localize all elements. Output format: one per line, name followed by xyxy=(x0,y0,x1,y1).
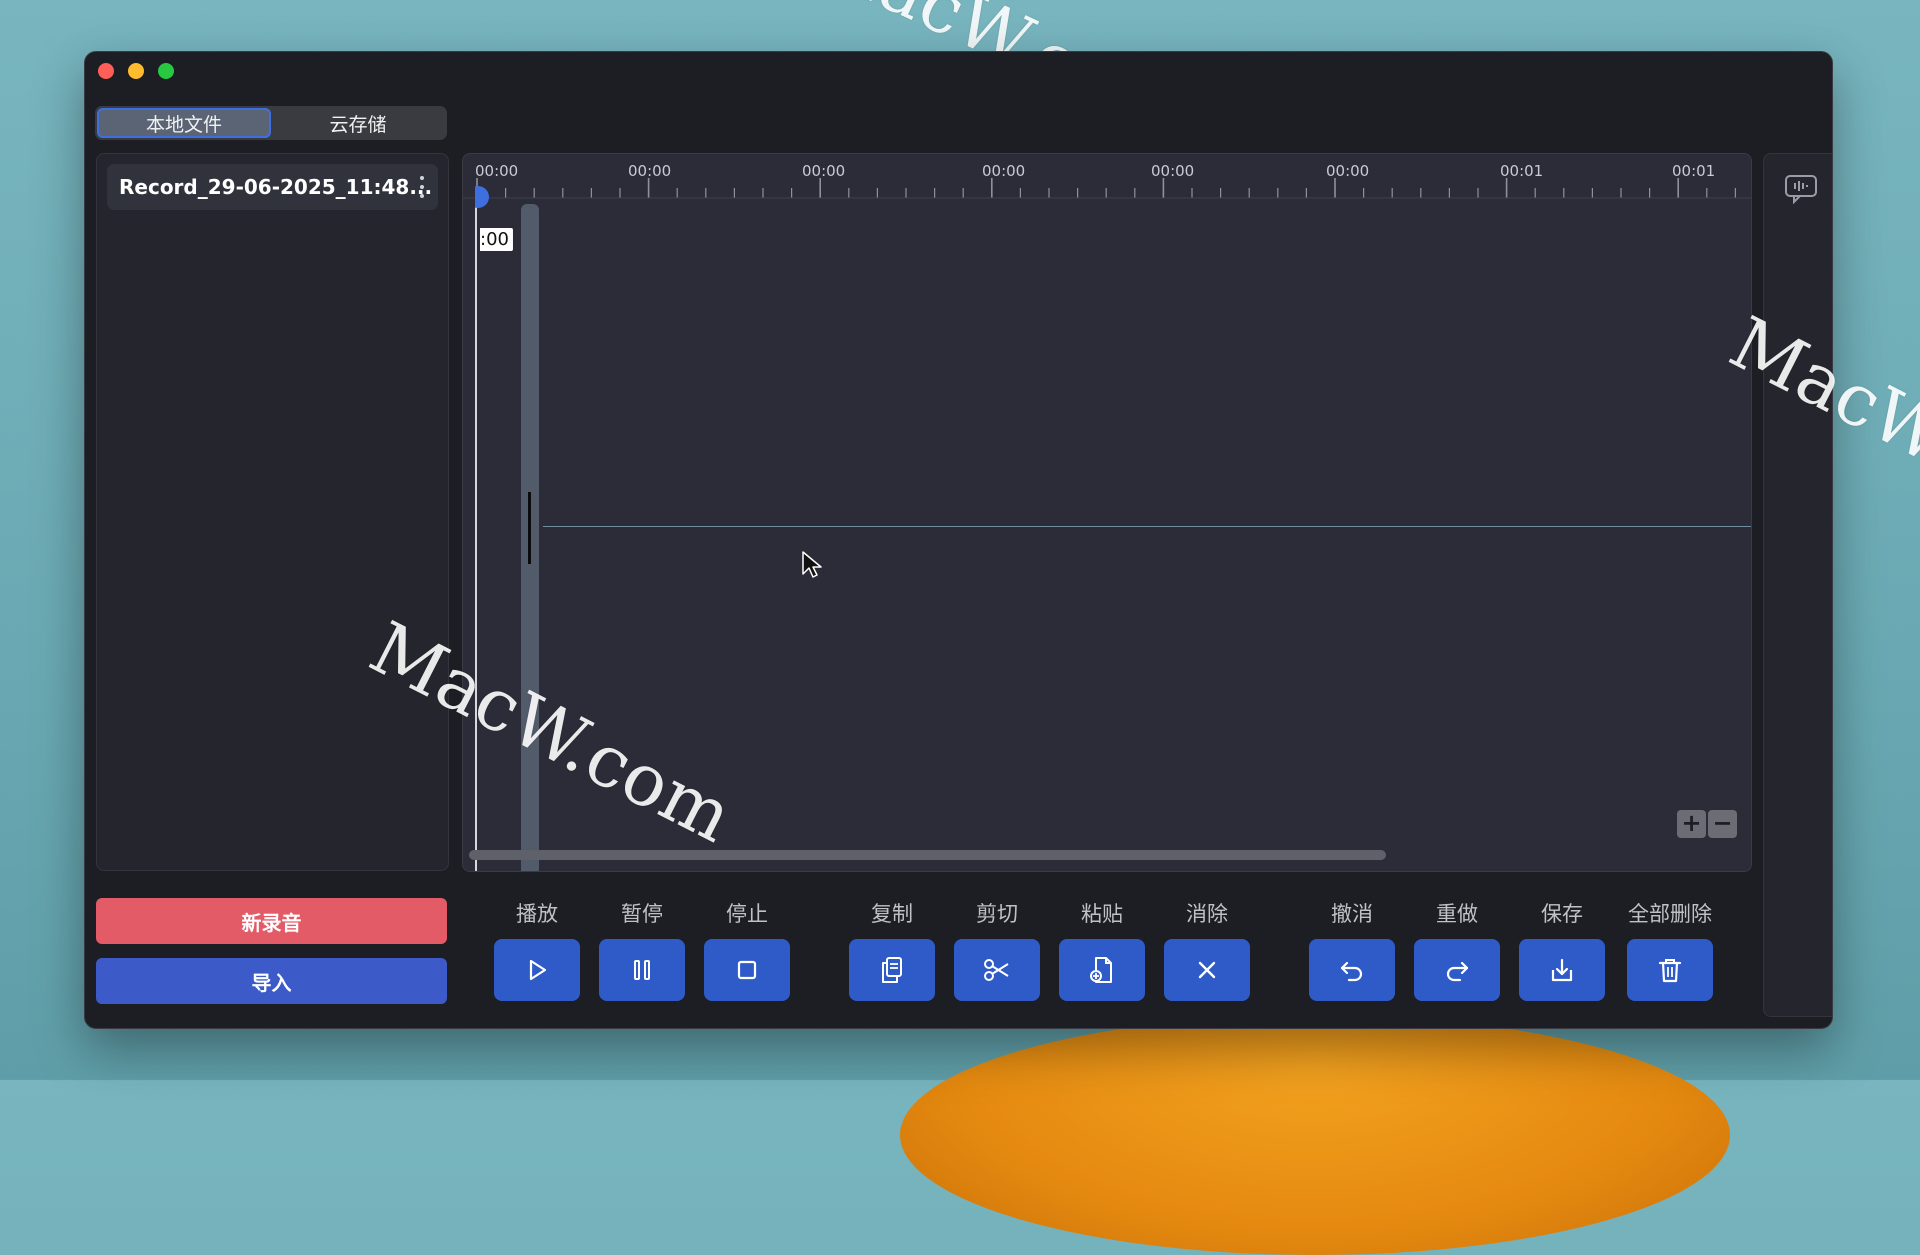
redo-button[interactable] xyxy=(1414,939,1500,1001)
paste-label: 粘贴 xyxy=(1081,902,1123,926)
cut-button[interactable] xyxy=(954,939,1040,1001)
horizontal-scrollbar[interactable] xyxy=(469,850,1386,860)
selection-marker xyxy=(528,492,531,564)
playhead-line[interactable] xyxy=(475,194,477,871)
file-list-panel: Record_29-06-2025_11:48... xyxy=(96,153,449,871)
storage-tabs: 本地文件 云存储 xyxy=(95,106,447,140)
pause-icon xyxy=(634,960,650,980)
file-name: Record_29-06-2025_11:48... xyxy=(119,175,433,199)
ruler-tick-label: 00:00 xyxy=(475,162,519,180)
undo-label: 撤消 xyxy=(1331,902,1373,926)
stop-label: 停止 xyxy=(726,902,768,926)
ruler-tick-label: 00:01 xyxy=(1672,162,1716,180)
redo-label: 重做 xyxy=(1436,902,1478,926)
playhead-time-label: :00 xyxy=(479,228,513,251)
window-maximize-button[interactable] xyxy=(158,63,174,79)
ruler-tick-label: 00:00 xyxy=(628,162,672,180)
file-list-item[interactable]: Record_29-06-2025_11:48... xyxy=(107,164,438,210)
save-button[interactable] xyxy=(1519,939,1605,1001)
save-label: 保存 xyxy=(1541,902,1583,926)
copy-label: 复制 xyxy=(871,902,913,926)
stop-icon xyxy=(737,960,757,980)
delete-all-label: 全部删除 xyxy=(1628,902,1712,926)
redo-icon xyxy=(1446,961,1469,982)
side-panel xyxy=(1763,153,1832,1017)
trash-icon xyxy=(1658,959,1682,983)
play-button[interactable] xyxy=(494,939,580,1001)
zoom-in-button[interactable]: + xyxy=(1677,810,1706,838)
tab-local-files[interactable]: 本地文件 xyxy=(97,108,271,138)
window-close-button[interactable] xyxy=(98,63,114,79)
zoom-controls: + − xyxy=(1677,810,1737,838)
app-window: 本地文件 云存储 Record_29-06-2025_11:48... 00:0… xyxy=(84,51,1833,1029)
ruler-tick-label: 00:00 xyxy=(802,162,846,180)
pause-label: 暂停 xyxy=(621,902,663,926)
ruler-tick-label: 00:00 xyxy=(1326,162,1370,180)
waveform-line xyxy=(543,526,1751,527)
ruler-tick-label: 00:01 xyxy=(1500,162,1544,180)
delete-all-button[interactable] xyxy=(1627,939,1713,1001)
mouse-cursor-icon xyxy=(802,551,822,578)
transcript-icon[interactable] xyxy=(1784,174,1818,204)
stop-button[interactable] xyxy=(704,939,790,1001)
clear-label: 消除 xyxy=(1186,902,1228,926)
ruler-tick-label: 00:00 xyxy=(982,162,1026,180)
zoom-out-button[interactable]: − xyxy=(1708,810,1737,838)
copy-button[interactable] xyxy=(849,939,935,1001)
cut-label: 剪切 xyxy=(976,902,1018,926)
paste-icon xyxy=(1090,957,1112,983)
clear-button[interactable] xyxy=(1164,939,1250,1001)
pause-button[interactable] xyxy=(599,939,685,1001)
copy-icon xyxy=(882,957,902,983)
close-icon xyxy=(1198,961,1216,979)
paste-button[interactable] xyxy=(1059,939,1145,1001)
play-icon xyxy=(529,959,547,981)
new-recording-button[interactable]: 新录音 xyxy=(96,898,447,944)
play-label: 播放 xyxy=(516,902,558,926)
undo-icon xyxy=(1340,961,1363,982)
window-minimize-button[interactable] xyxy=(128,63,144,79)
undo-button[interactable] xyxy=(1309,939,1395,1001)
background-orange xyxy=(900,1015,1730,1255)
waveform-editor[interactable]: 00:00 00:00 00:00 00:00 00:00 00:00 00:0… xyxy=(462,153,1752,872)
scissors-icon xyxy=(984,959,1009,981)
import-button[interactable]: 导入 xyxy=(96,958,447,1004)
ruler-tick-label: 00:00 xyxy=(1151,162,1195,180)
tab-cloud-storage[interactable]: 云存储 xyxy=(271,108,445,138)
download-icon xyxy=(1551,958,1573,982)
more-options-icon[interactable] xyxy=(414,172,430,202)
